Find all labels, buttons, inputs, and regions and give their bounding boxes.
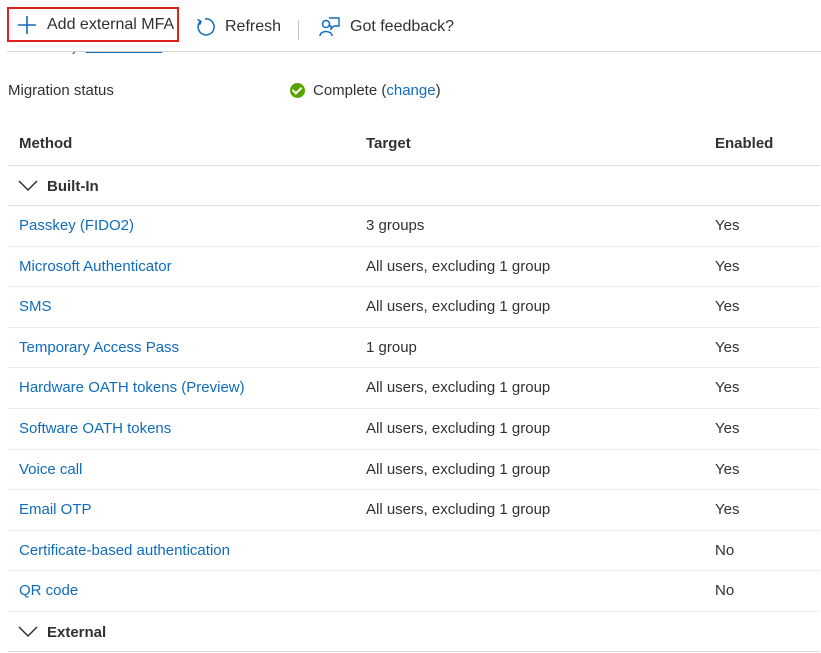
- table-row: SMS All users, excluding 1 group Yes: [8, 287, 820, 328]
- table-row: Passkey (FIDO2) 3 groups Yes: [8, 206, 820, 247]
- table-row: Email OTP All users, excluding 1 group Yes: [8, 490, 820, 531]
- method-link[interactable]: Temporary Access Pass: [19, 339, 179, 356]
- table-row: Software OATH tokens All users, excluding…: [8, 409, 820, 450]
- target-cell: All users, excluding 1 group: [366, 419, 551, 437]
- refresh-icon: [195, 17, 215, 37]
- table-row: Voice call All users, excluding 1 group Ye…: [8, 450, 820, 491]
- method-link[interactable]: QR code: [19, 582, 78, 599]
- table-row: QR code No: [8, 571, 820, 612]
- table-body: Built-In Passkey (FIDO2) 3 groups Yes Micros…: [8, 166, 820, 652]
- refresh-label: Refresh: [225, 18, 282, 35]
- method-link[interactable]: Email OTP: [19, 501, 92, 518]
- group-label: Built-In: [47, 178, 99, 195]
- methods-table: Method Target Enabled Built-In Passkey (F…: [8, 123, 820, 652]
- toolbar-divider: [298, 20, 299, 40]
- method-link[interactable]: Passkey (FIDO2): [19, 217, 134, 234]
- method-link[interactable]: SMS: [19, 298, 52, 315]
- migration-status-text: Complete: [313, 82, 378, 99]
- enabled-cell: Yes: [715, 298, 740, 316]
- check-circle-icon: [290, 83, 305, 98]
- table-row: Certificate-based authentication No: [8, 531, 820, 572]
- feedback-icon: [318, 16, 340, 38]
- migration-status-row: Migration status Complete (change): [8, 80, 808, 104]
- table-row: Microsoft Authenticator All users, exclud…: [8, 247, 820, 288]
- method-link[interactable]: Hardware OATH tokens (Preview): [19, 379, 245, 396]
- target-cell: 1 group: [366, 338, 417, 356]
- feedback-label: Got feedback?: [350, 18, 455, 35]
- feedback-button[interactable]: Got feedback?: [318, 10, 454, 44]
- chevron-down-icon: [18, 625, 38, 642]
- table-header: Method Target Enabled: [8, 123, 820, 166]
- target-cell: All users, excluding 1 group: [366, 298, 551, 316]
- command-bar: Add external MFA Refresh Got feedback?: [0, 0, 821, 52]
- enabled-cell: Yes: [715, 501, 740, 519]
- enabled-cell: Yes: [715, 257, 740, 275]
- chevron-down-icon: [18, 179, 38, 196]
- target-cell: All users, excluding 1 group: [366, 501, 551, 519]
- enabled-cell: Yes: [715, 217, 740, 234]
- column-header-method[interactable]: Method: [19, 135, 72, 152]
- target-cell: 3 groups: [366, 217, 425, 234]
- migration-status-value: Complete (change): [290, 82, 441, 99]
- group-header-built-in[interactable]: Built-In: [8, 166, 820, 206]
- enabled-cell: No: [715, 582, 735, 600]
- column-header-enabled[interactable]: Enabled: [715, 135, 773, 152]
- add-external-mfa-button[interactable]: Add external MFA: [7, 7, 179, 42]
- table-row: Hardware OATH tokens (Preview) All users,…: [8, 368, 820, 409]
- close-paren: ): [435, 82, 441, 99]
- method-link[interactable]: Microsoft Authenticator: [19, 258, 172, 275]
- group-label: External: [47, 623, 107, 641]
- method-link[interactable]: Certificate-based authentication: [19, 542, 230, 559]
- column-header-target[interactable]: Target: [366, 135, 411, 152]
- enabled-cell: No: [715, 541, 735, 559]
- enabled-cell: Yes: [715, 379, 740, 397]
- method-link[interactable]: Voice call: [19, 461, 82, 478]
- group-header-external[interactable]: External: [8, 612, 820, 652]
- migration-status-label: Migration status: [8, 82, 114, 99]
- plus-icon: [17, 15, 37, 35]
- change-link[interactable]: change: [386, 82, 435, 99]
- target-cell: All users, excluding 1 group: [366, 379, 551, 397]
- target-cell: All users, excluding 1 group: [366, 257, 551, 275]
- enabled-cell: Yes: [715, 338, 740, 356]
- enabled-cell: Yes: [715, 419, 740, 437]
- toolbar-divider-line: [7, 51, 821, 52]
- table-row: Temporary Access Pass 1 group Yes: [8, 328, 820, 369]
- method-link[interactable]: Software OATH tokens: [19, 420, 171, 437]
- enabled-cell: Yes: [715, 460, 740, 478]
- refresh-button[interactable]: Refresh: [195, 10, 281, 44]
- add-external-mfa-label: Add external MFA: [47, 15, 175, 33]
- target-cell: All users, excluding 1 group: [366, 460, 551, 478]
